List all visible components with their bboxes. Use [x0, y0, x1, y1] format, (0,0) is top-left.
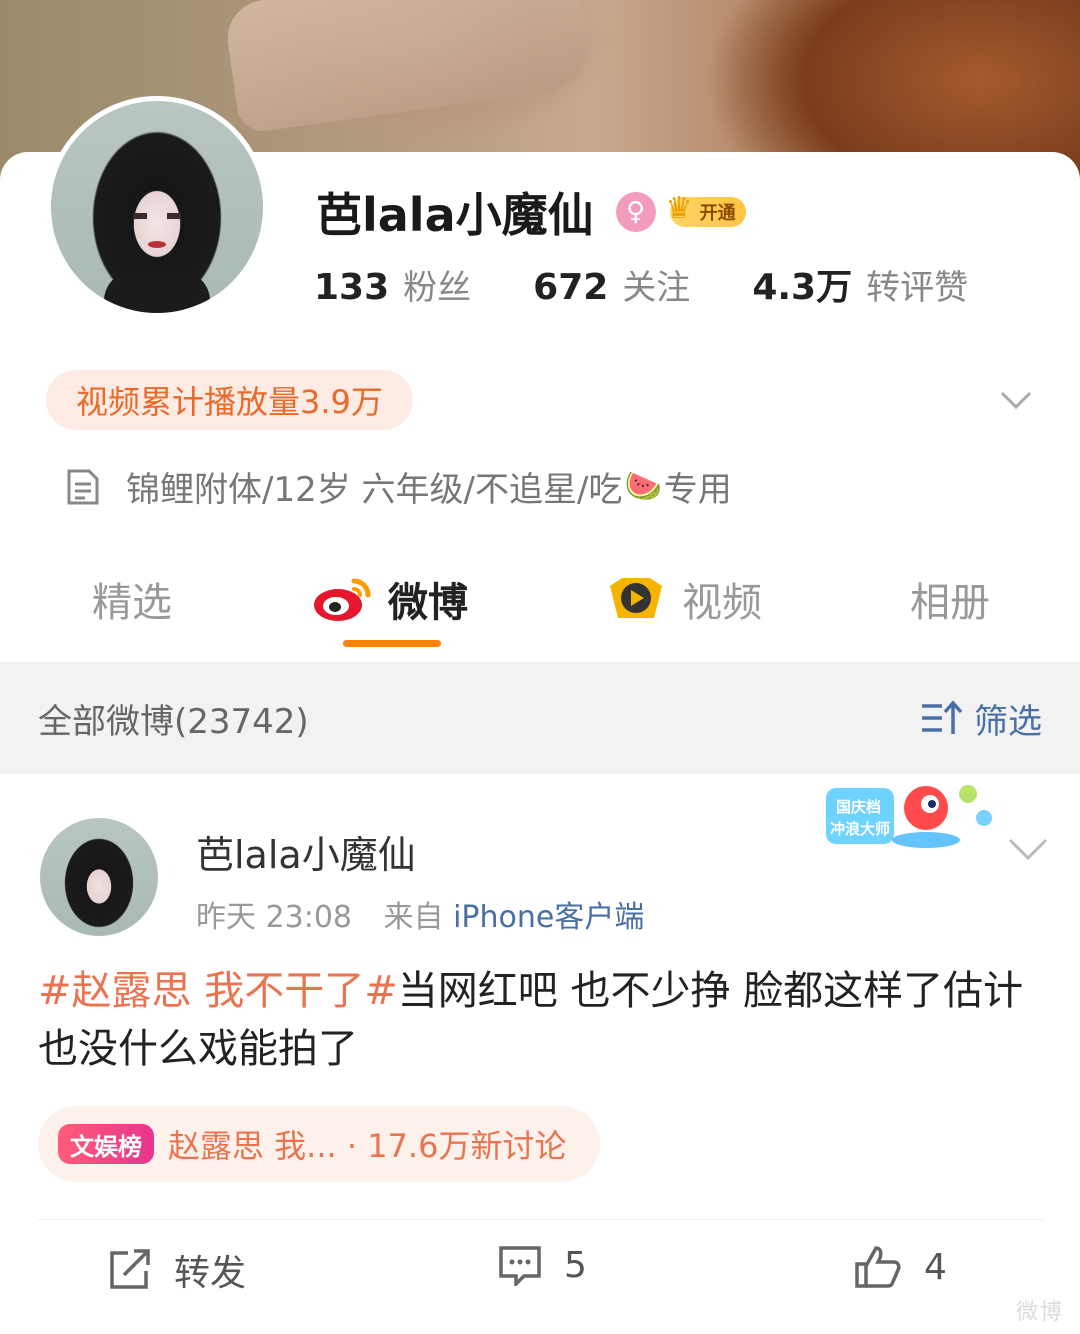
profile-stats: 133 粉丝 672 关注 4.3万 转评赞	[314, 258, 1030, 310]
post-time: 昨天 23:08	[196, 900, 352, 935]
repost-button[interactable]: 转发	[108, 1244, 246, 1296]
post-body: #赵露思 我不干了#当网红吧 也不少挣 脸都这样了估计也没什么戏能拍了	[38, 962, 1038, 1078]
weibo-watermark: 微博	[1015, 1300, 1064, 1325]
repost-label: 转发	[174, 1253, 247, 1294]
post-card[interactable]: 芭lala小魔仙 昨天 23:08 来自 iPhone客户端 国庆档 冲浪大师 …	[0, 774, 1080, 1334]
watermelon-emoji: 🍉	[624, 469, 662, 504]
bio-text-end: 专用	[663, 470, 732, 510]
like-count: 4	[924, 1246, 947, 1288]
tab-label: 微博	[388, 580, 468, 626]
tab-weibo[interactable]: 微博	[312, 570, 468, 628]
weibo-logo-icon	[314, 578, 371, 621]
stat-following[interactable]: 672 关注	[533, 260, 690, 309]
video-play-icon	[610, 578, 662, 618]
tab-video[interactable]: 视频	[606, 570, 762, 628]
vip-open-button[interactable]: ♛ 开通	[666, 191, 746, 227]
comment-icon	[499, 1246, 541, 1286]
profile-name-row: 芭lala小魔仙 ♀ ♛ 开通	[316, 182, 746, 242]
comment-button[interactable]: 5	[498, 1244, 587, 1286]
stat-label: 粉丝	[403, 268, 472, 308]
tab-label: 相册	[910, 580, 990, 626]
national-day-event-sticker[interactable]: 国庆档 冲浪大师	[822, 778, 1000, 864]
profile-bio: 锦鲤附体/12岁 六年级/不追星/吃 🍉 专用	[66, 462, 732, 511]
svg-text:国庆档: 国庆档	[836, 798, 881, 816]
stat-number: 672	[533, 267, 609, 308]
post-divider	[38, 1219, 1044, 1220]
post-count: 全部微博(23742)	[38, 701, 309, 742]
filter-button[interactable]: 筛选	[920, 694, 1042, 743]
like-button[interactable]: 4	[854, 1244, 947, 1290]
stat-interactions[interactable]: 4.3万 转评赞	[752, 258, 968, 310]
post-actions: 转发 5 4	[0, 1244, 1080, 1304]
profile-tabs: 精选 微博 视频 相册	[0, 560, 1080, 660]
post-hashtag[interactable]: #赵露思 我不干了#	[38, 968, 398, 1014]
avatar-eyes	[133, 213, 181, 220]
female-gender-icon: ♀	[615, 192, 656, 232]
profile-name: 芭lala小魔仙	[316, 188, 594, 242]
stat-label: 转评赞	[866, 268, 969, 308]
trending-topic-pill[interactable]: 文娱榜 赵露思 我... · 17.6万新讨论	[38, 1106, 601, 1182]
tab-label: 精选	[92, 580, 172, 626]
post-author-name[interactable]: 芭lala小魔仙	[196, 824, 416, 879]
stat-number: 4.3万	[752, 267, 853, 308]
chevron-down-icon[interactable]	[998, 382, 1034, 418]
filter-icon	[922, 700, 963, 734]
tab-featured[interactable]: 精选	[92, 570, 172, 628]
post-author-avatar[interactable]	[40, 818, 158, 936]
comment-count: 5	[564, 1244, 587, 1286]
stat-label: 关注	[622, 268, 691, 308]
video-plays-badge[interactable]: 视频累计播放量3.9万	[46, 370, 413, 430]
profile-avatar[interactable]	[46, 96, 268, 318]
svg-text:冲浪大师: 冲浪大师	[830, 820, 890, 838]
post-menu-chevron-icon[interactable]	[1006, 830, 1050, 866]
avatar-lips	[148, 240, 166, 248]
post-from-prefix: 来自	[383, 900, 444, 935]
tab-label: 视频	[682, 580, 762, 626]
bio-text: 锦鲤附体/12岁 六年级/不追星/吃	[126, 470, 623, 510]
stat-number: 133	[314, 267, 390, 308]
post-source[interactable]: iPhone客户端	[453, 900, 644, 935]
tab-album[interactable]: 相册	[910, 570, 990, 628]
repost-icon	[110, 1249, 150, 1289]
filter-bar: 全部微博(23742) 筛选	[0, 662, 1080, 774]
crown-icon: ♛	[665, 191, 693, 226]
entertainment-rank-badge: 文娱榜	[58, 1124, 154, 1164]
avatar-dress	[104, 270, 210, 313]
cover-hand-detail	[222, 0, 598, 135]
vip-open-label: 开通	[699, 203, 736, 224]
filter-label: 筛选	[974, 701, 1042, 742]
post-meta: 昨天 23:08 来自 iPhone客户端	[196, 892, 644, 936]
stat-followers[interactable]: 133 粉丝	[314, 260, 471, 309]
thumbs-up-icon	[855, 1246, 901, 1288]
active-tab-indicator	[343, 640, 441, 647]
document-icon	[67, 469, 99, 504]
trending-topic-text: 赵露思 我... · 17.6万新讨论	[168, 1127, 567, 1165]
